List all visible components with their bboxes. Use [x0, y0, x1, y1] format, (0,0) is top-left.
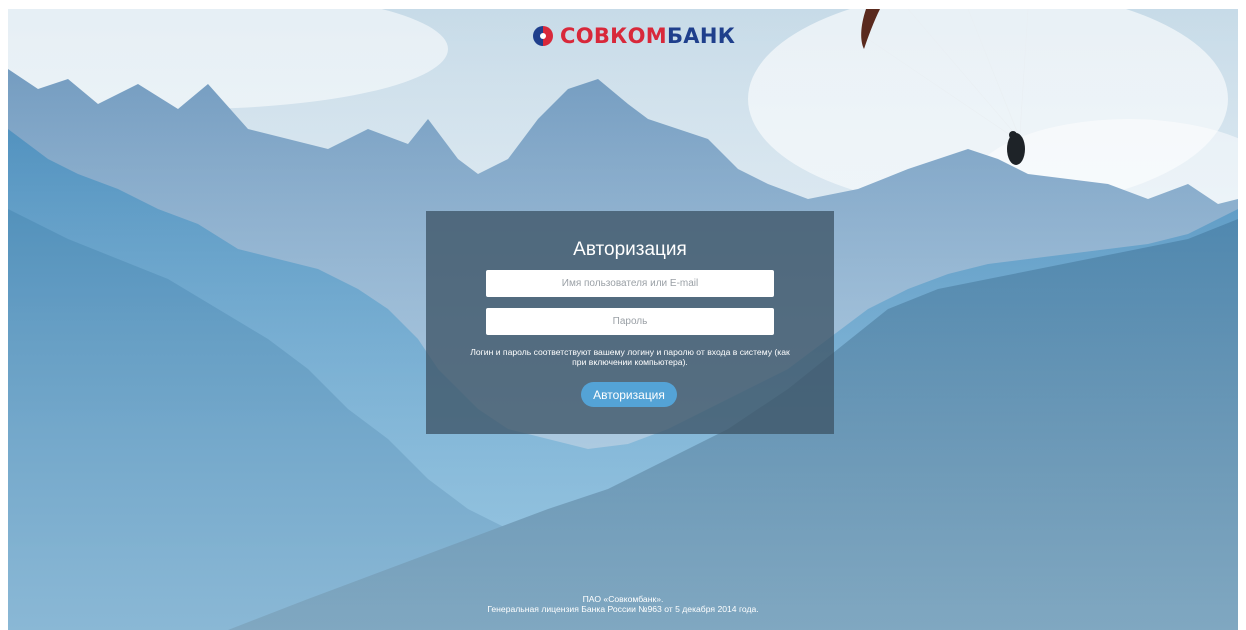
password-input[interactable] [486, 308, 774, 335]
brand-name-part2: БАНК [667, 24, 736, 48]
brand-name: СОВКОМБАНК [560, 23, 735, 49]
sovcombank-logo-icon [533, 26, 553, 46]
login-title: Авторизация [573, 239, 687, 260]
login-submit-button[interactable]: Авторизация [581, 382, 677, 407]
username-input[interactable] [486, 270, 774, 297]
brand-logo[interactable]: СОВКОМБАНК [532, 23, 735, 49]
footer: ПАО «Совкомбанк». Генеральная лицензия Б… [8, 594, 1238, 614]
brand-name-part1: СОВКОМ [560, 24, 667, 48]
footer-license: Генеральная лицензия Банка России №963 о… [487, 604, 759, 614]
page-frame: СОВКОМБАНК Авторизация Логин и пароль со… [8, 9, 1238, 630]
login-hint: Логин и пароль соответствуют вашему логи… [470, 347, 790, 367]
footer-company: ПАО «Совкомбанк». [582, 594, 664, 604]
login-panel: Авторизация Логин и пароль соответствуют… [426, 211, 834, 434]
